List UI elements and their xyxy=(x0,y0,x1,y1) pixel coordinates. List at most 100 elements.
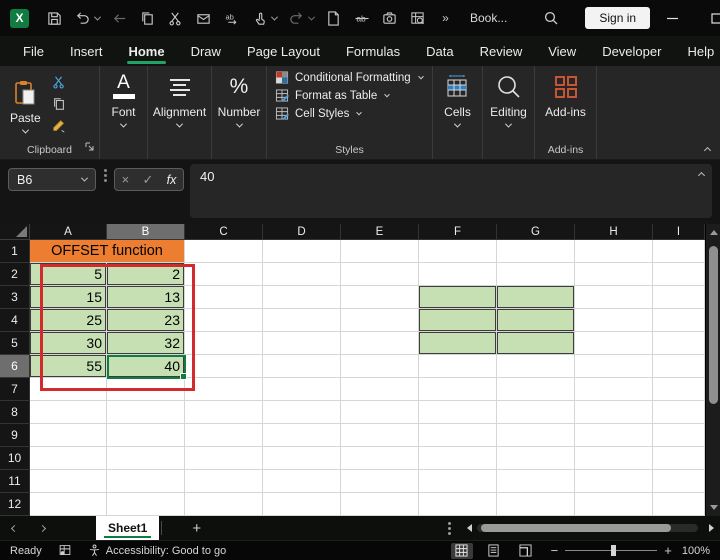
addins-button[interactable]: Add-ins xyxy=(545,66,586,119)
cell-G7[interactable] xyxy=(497,378,575,401)
clipboard-dialog-launcher-icon[interactable] xyxy=(85,138,94,156)
cell-F7[interactable] xyxy=(419,378,497,401)
column-header-F[interactable]: F xyxy=(419,224,497,240)
translate-icon[interactable]: ab xyxy=(223,10,240,27)
cell-D5[interactable] xyxy=(263,332,341,355)
scroll-right-icon[interactable] xyxy=(709,524,714,532)
cell-H6[interactable] xyxy=(575,355,653,378)
cell-H11[interactable] xyxy=(575,470,653,493)
tab-formulas[interactable]: Formulas xyxy=(333,36,413,66)
cell-B6[interactable]: 40 xyxy=(107,355,185,378)
cell-B7[interactable] xyxy=(107,378,185,401)
cell-E5[interactable] xyxy=(341,332,419,355)
cell-I12[interactable] xyxy=(653,493,705,516)
cell-styles-button[interactable]: Cell Styles xyxy=(267,102,361,120)
sheet-tab-sheet1[interactable]: Sheet1 xyxy=(96,516,159,540)
cell-E1[interactable] xyxy=(341,240,419,263)
row-header-8[interactable]: 8 xyxy=(0,401,30,424)
cut-button[interactable] xyxy=(49,74,69,90)
cell-F2[interactable] xyxy=(419,263,497,286)
cell-B5[interactable]: 32 xyxy=(107,332,185,355)
alignment-button[interactable]: Alignment xyxy=(153,66,206,128)
cell-I3[interactable] xyxy=(653,286,705,309)
more-commands-icon[interactable]: » xyxy=(437,10,454,27)
column-header-I[interactable]: I xyxy=(653,224,705,240)
scroll-up-icon[interactable] xyxy=(710,230,718,235)
cell-B9[interactable] xyxy=(107,424,185,447)
conditional-formatting-button[interactable]: Conditional Formatting xyxy=(267,66,423,84)
redo-dropdown-icon[interactable] xyxy=(308,13,315,20)
column-header-A[interactable]: A xyxy=(30,224,107,240)
sign-in-button[interactable]: Sign in xyxy=(585,7,650,29)
next-sheet-icon[interactable] xyxy=(28,526,56,531)
column-header-C[interactable]: C xyxy=(185,224,263,240)
page-break-preview-button[interactable] xyxy=(515,543,537,559)
cell-H4[interactable] xyxy=(575,309,653,332)
cell-A12[interactable] xyxy=(30,493,107,516)
cell-F8[interactable] xyxy=(419,401,497,424)
cell-E9[interactable] xyxy=(341,424,419,447)
cell-D12[interactable] xyxy=(263,493,341,516)
format-as-table-button[interactable]: Format as Table xyxy=(267,84,389,102)
row-header-11[interactable]: 11 xyxy=(0,470,30,493)
cell-A4[interactable]: 25 xyxy=(30,309,107,332)
cell-G9[interactable] xyxy=(497,424,575,447)
cell-B12[interactable] xyxy=(107,493,185,516)
cell-C4[interactable] xyxy=(185,309,263,332)
cell-D1[interactable] xyxy=(263,240,341,263)
cell-F5[interactable] xyxy=(419,332,497,355)
row-header-2[interactable]: 2 xyxy=(0,263,30,286)
row-header-7[interactable]: 7 xyxy=(0,378,30,401)
cell-C5[interactable] xyxy=(185,332,263,355)
scroll-down-icon[interactable] xyxy=(710,505,718,510)
tab-draw[interactable]: Draw xyxy=(178,36,234,66)
cell-A9[interactable] xyxy=(30,424,107,447)
font-button[interactable]: A Font xyxy=(107,66,141,128)
name-box[interactable]: B6 xyxy=(8,168,96,191)
formula-bar-handle-icon[interactable] xyxy=(104,174,107,177)
format-painter-button[interactable] xyxy=(49,118,69,134)
tab-file[interactable]: File xyxy=(10,36,57,66)
column-header-G[interactable]: G xyxy=(497,224,575,240)
cell-A8[interactable] xyxy=(30,401,107,424)
cell-G5[interactable] xyxy=(497,332,575,355)
select-all-corner[interactable] xyxy=(0,224,30,240)
cell-F1[interactable] xyxy=(419,240,497,263)
cell-E3[interactable] xyxy=(341,286,419,309)
tab-options-icon[interactable] xyxy=(448,527,451,530)
cell-C11[interactable] xyxy=(185,470,263,493)
cell-I4[interactable] xyxy=(653,309,705,332)
tab-help[interactable]: Help xyxy=(674,36,720,66)
cell-A10[interactable] xyxy=(30,447,107,470)
previous-sheet-icon[interactable] xyxy=(0,526,28,531)
redo-icon[interactable] xyxy=(288,10,305,27)
cell-F11[interactable] xyxy=(419,470,497,493)
search-icon[interactable] xyxy=(543,10,559,27)
minimize-button[interactable] xyxy=(650,0,694,36)
formula-bar-collapse-icon[interactable] xyxy=(698,172,705,179)
cell-B10[interactable] xyxy=(107,447,185,470)
cell-H9[interactable] xyxy=(575,424,653,447)
cell-E7[interactable] xyxy=(341,378,419,401)
cell-I2[interactable] xyxy=(653,263,705,286)
cell-C8[interactable] xyxy=(185,401,263,424)
tab-developer[interactable]: Developer xyxy=(589,36,674,66)
zoom-in-button[interactable]: + xyxy=(664,543,672,558)
cell-D7[interactable] xyxy=(263,378,341,401)
cell-C6[interactable] xyxy=(185,355,263,378)
zoom-slider[interactable] xyxy=(565,550,657,551)
row-header-10[interactable]: 10 xyxy=(0,447,30,470)
scroll-left-icon[interactable] xyxy=(467,524,472,532)
row-header-3[interactable]: 3 xyxy=(0,286,30,309)
back-icon[interactable] xyxy=(111,10,128,27)
copy-button[interactable] xyxy=(49,96,69,112)
formula-input[interactable]: 40 xyxy=(190,164,712,218)
enter-icon[interactable]: ✓ xyxy=(142,172,153,188)
cell-F12[interactable] xyxy=(419,493,497,516)
cell-C7[interactable] xyxy=(185,378,263,401)
cell-A3[interactable]: 15 xyxy=(30,286,107,309)
cell-A7[interactable] xyxy=(30,378,107,401)
cell-A11[interactable] xyxy=(30,470,107,493)
cell-H10[interactable] xyxy=(575,447,653,470)
cell-H8[interactable] xyxy=(575,401,653,424)
